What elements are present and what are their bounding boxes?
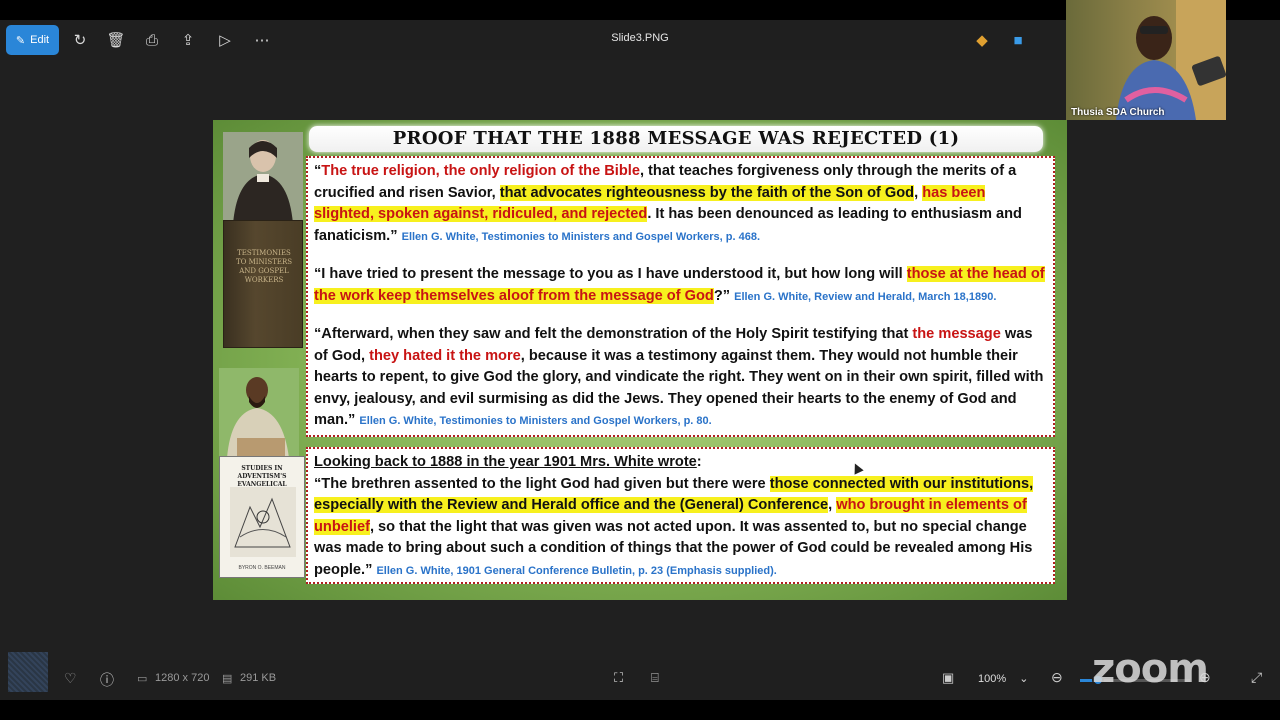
image-dimensions: 1280 x 720 [155, 672, 210, 684]
quote-3-text-1: “Afterward, when they saw and felt the d… [314, 326, 913, 342]
file-name: Slide3.PNG [611, 32, 669, 44]
slide-image: PROOF THAT THE 1888 MESSAGE WAS REJECTED… [213, 120, 1067, 600]
share-button[interactable]: ⇪ [174, 26, 202, 54]
printer-icon: ⎙ [145, 31, 158, 49]
chevron-down-icon: ⌄ [1019, 673, 1029, 685]
quote-1-source: Ellen G. White, Testimonies to Ministers… [401, 230, 761, 243]
edit-button[interactable]: ✎ Edit [6, 25, 59, 55]
zoom-level-select[interactable]: 100% ⌄ [978, 672, 1028, 685]
quote-3-red-2: they hated it the more [369, 347, 521, 364]
quote-2-text-2: ?” [713, 287, 731, 304]
copilot-icon: ◆ [976, 32, 988, 49]
crop-icon: ⛶ [614, 670, 624, 685]
quote-1: “The true religion, the only religion of… [314, 161, 1047, 248]
quote-2-text-1: “I have tried to present the message to … [314, 266, 907, 282]
filmstrip-thumbnail[interactable] [8, 652, 48, 692]
more-icon: ⋯ [254, 32, 270, 49]
quote-2: “I have tried to present the message to … [314, 264, 1047, 308]
book-evangelical-author: BYRON O. BEEMAN [238, 565, 286, 571]
book-illustration [230, 487, 296, 557]
scan-text-icon: ⌸ [651, 670, 659, 685]
quote-4-source: Ellen G. White, 1901 General Conference … [376, 564, 777, 577]
crop-button[interactable]: ⛶ [614, 670, 623, 686]
rotate-button[interactable]: ↻ [66, 26, 94, 54]
fit-button[interactable]: ▣ [942, 670, 954, 686]
edit-icon: ✎ [15, 34, 26, 47]
participant-video-feed [1116, 0, 1226, 120]
photo-viewer-app: ✎ Edit ↻ 🗑 ⎙ ⇪ ▷ ⋯ Slide3.PNG ◆ ■ PROOF … [0, 0, 1280, 720]
slide-title: PROOF THAT THE 1888 MESSAGE WAS REJECTED… [309, 126, 1043, 152]
zoom-level: 100% [978, 673, 1007, 685]
book-testimonies-cover: TESTIMONIES TO MINISTERS AND GOSPEL WORK… [223, 220, 303, 348]
file-size: 291 KB [240, 672, 277, 684]
quotes-box-bottom: Looking back to 1888 in the year 1901 Mr… [306, 447, 1055, 584]
copilot-button[interactable]: ◆ [968, 26, 996, 54]
print-button[interactable]: ⎙ [138, 26, 166, 54]
trash-icon: 🗑 [106, 32, 126, 49]
more-button[interactable]: ⋯ [248, 26, 276, 54]
quote-4-heading: Looking back to 1888 in the year 1901 Mr… [314, 454, 697, 470]
favorite-button[interactable]: ♡ [64, 670, 77, 687]
ocr-button[interactable]: ⌸ [651, 670, 659, 686]
quote-1-text-2: , [914, 184, 923, 201]
edit-label: Edit [30, 34, 50, 46]
zoom-watermark: zoom [1092, 646, 1209, 692]
delete-button[interactable]: 🗑 [102, 26, 130, 54]
speaker-photo [219, 368, 299, 458]
zoom-out-button[interactable]: ⊖ [1051, 669, 1063, 686]
dimensions-icon: ▭ [137, 673, 148, 685]
heart-icon: ♡ [64, 670, 77, 686]
participant-name: Thusia SDA Church [1071, 107, 1165, 118]
quote-3-red-1: the message [912, 326, 1001, 342]
info-button[interactable]: ⓘ [100, 670, 114, 690]
quote-2-source: Ellen G. White, Review and Herald, March… [734, 290, 997, 303]
info-icon: ⓘ [100, 672, 114, 688]
expand-icon: ⤢ [1251, 669, 1263, 685]
quote-4-text-1: “The brethren assented to the light God … [314, 475, 770, 492]
participant-video[interactable]: Thusia SDA Church [1066, 0, 1226, 120]
book-testimonies-title: TESTIMONIES TO MINISTERS AND GOSPEL WORK… [235, 249, 293, 284]
slideshow-icon: ▷ [219, 32, 231, 49]
quotes-box-top: “The true religion, the only religion of… [306, 156, 1055, 437]
quote-1-red-1: The true religion, the only religion of … [321, 163, 640, 179]
rotate-icon: ↻ [73, 32, 87, 49]
quote-3: “Afterward, when they saw and felt the d… [314, 324, 1047, 433]
designer-button[interactable]: ■ [1004, 26, 1032, 54]
quote-3-source: Ellen G. White, Testimonies to Ministers… [359, 415, 712, 427]
book-evangelical-gospel-cover: STUDIES IN ADVENTISM'S EVANGELICAL GOSPE… [219, 456, 305, 578]
ellen-white-portrait [223, 132, 303, 224]
slideshow-button[interactable]: ▷ [211, 26, 239, 54]
quote-4-heading-line: Looking back to 1888 in the year 1901 Mr… [314, 452, 1047, 474]
fit-icon: ▣ [942, 670, 955, 685]
designer-icon: ■ [1013, 31, 1023, 49]
share-icon: ⇪ [181, 32, 195, 49]
quote-4-colon: : [696, 454, 702, 470]
quote-4: “The brethren assented to the light God … [314, 474, 1047, 583]
zoom-out-icon: ⊖ [1051, 669, 1063, 685]
status-bar: ♡ ⓘ ▭ 1280 x 720 ▤ 291 KB ⛶ ⌸ ▣ 100% ⌄ ⊖… [0, 660, 1280, 700]
bottom-letterbox [0, 700, 1280, 720]
fullscreen-button[interactable]: ⤢ [1251, 669, 1262, 686]
file-size-icon: ▤ [222, 673, 233, 685]
quote-1-highlight-1: that advocates righteousness by the fait… [499, 184, 915, 201]
